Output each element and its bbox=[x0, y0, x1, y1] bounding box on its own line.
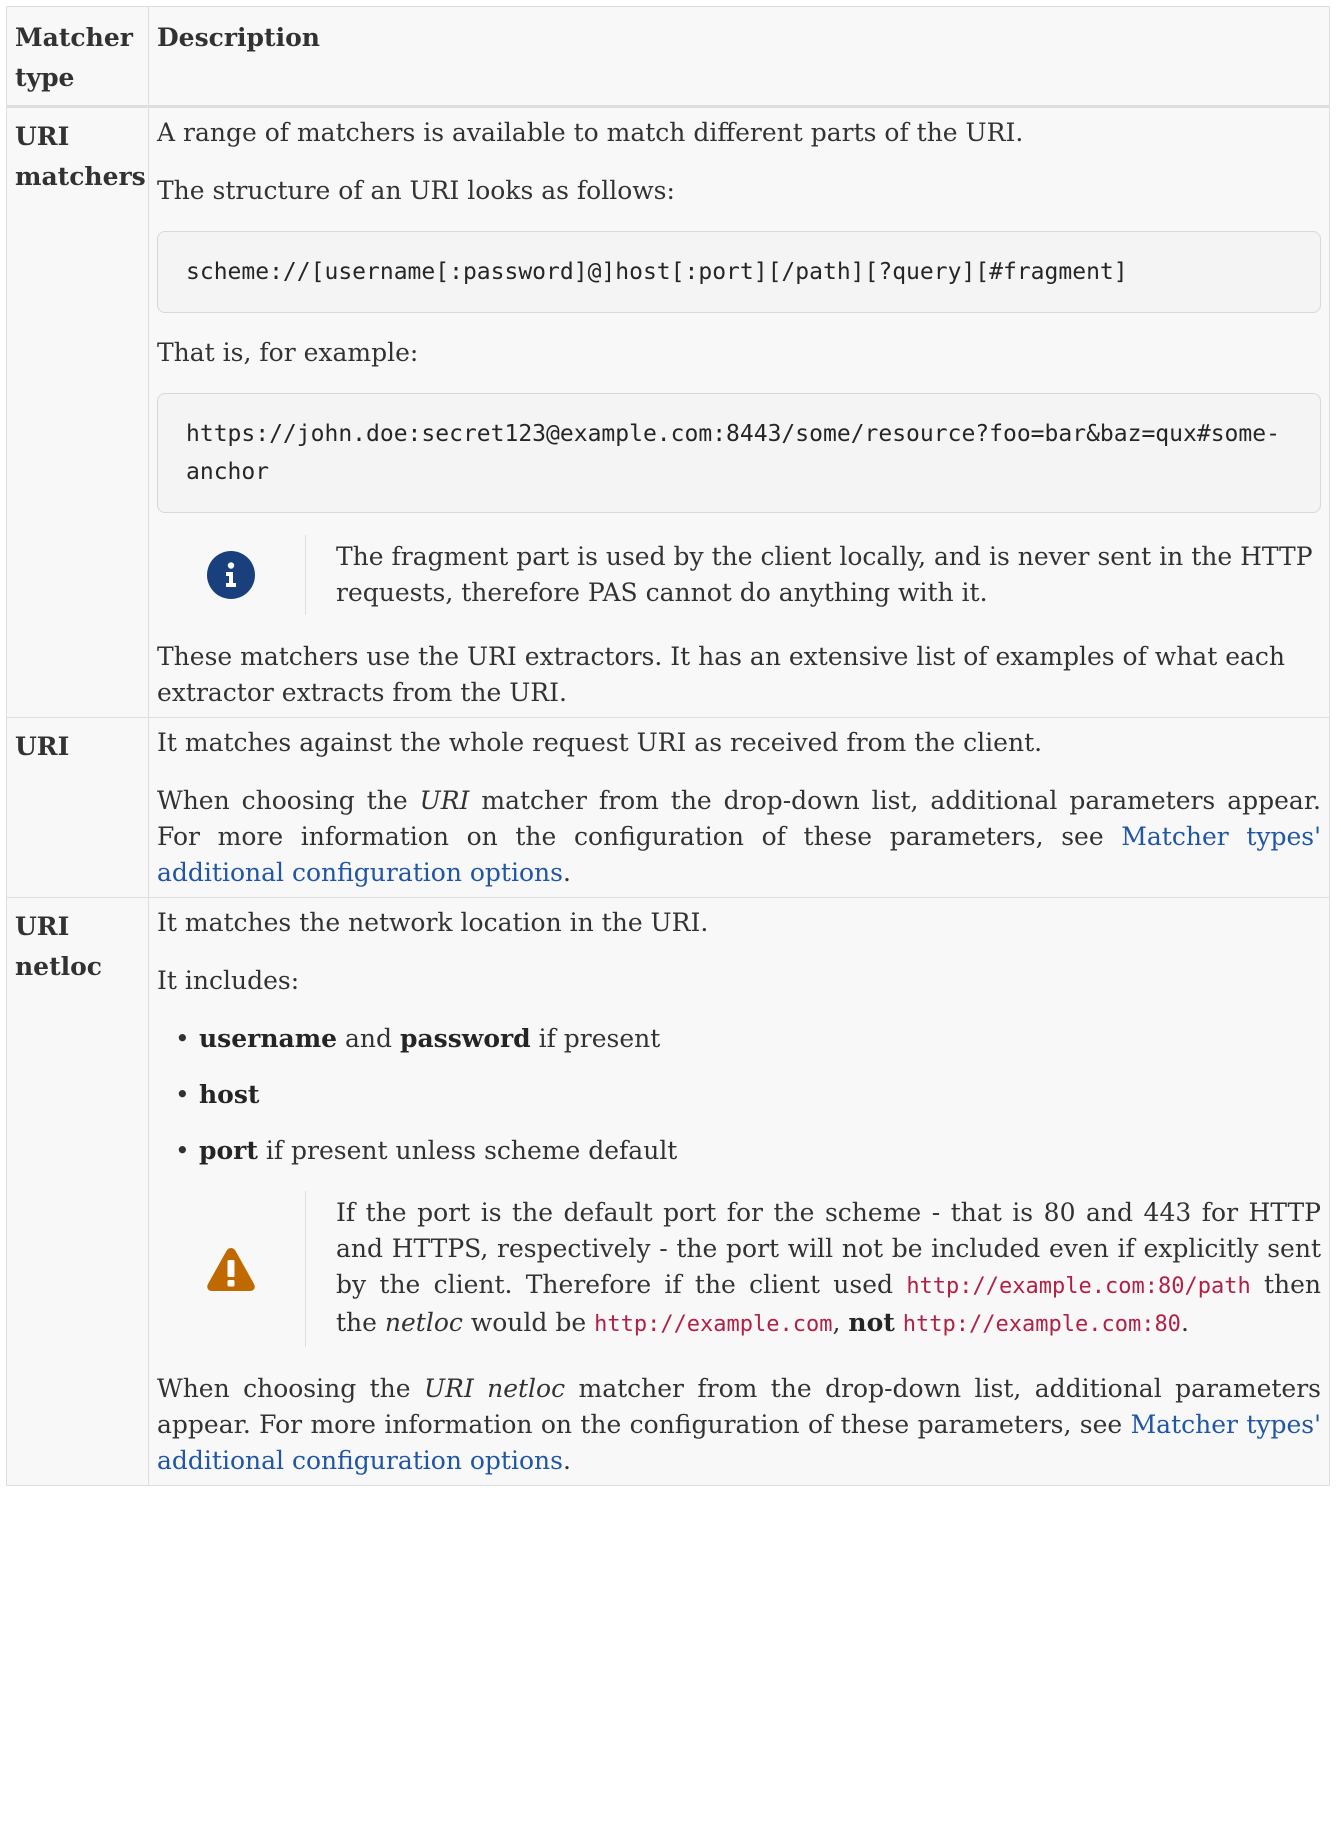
page: Matcher type Description URI matchers A … bbox=[0, 0, 1341, 1823]
paragraph: That is, for example: bbox=[157, 338, 419, 367]
table-row: URI netloc It matches the network locati… bbox=[6, 897, 1330, 1486]
list-item: host bbox=[175, 1077, 1321, 1113]
matcher-types-table: Matcher type Description URI matchers A … bbox=[6, 6, 1330, 1486]
paragraph: The structure of an URI looks as follows… bbox=[157, 176, 675, 205]
table-row: URI matchers A range of matchers is avai… bbox=[6, 106, 1330, 718]
uri-example-code-block: https://john.doe:secret123@example.com:8… bbox=[157, 393, 1321, 513]
note-text: The fragment part is used by the client … bbox=[305, 535, 1321, 615]
description-cell: It matches against the whole request URI… bbox=[148, 717, 1330, 898]
note-admonition: The fragment part is used by the client … bbox=[157, 535, 1321, 615]
paragraph: It matches against the whole request URI… bbox=[157, 728, 1043, 757]
paragraph: When choosing the URI matcher from the d… bbox=[157, 786, 1322, 887]
list-item: username and password if present bbox=[175, 1021, 1321, 1057]
matcher-type-cell: URI bbox=[6, 717, 149, 898]
paragraph: A range of matchers is available to matc… bbox=[157, 118, 1024, 147]
paragraph: When choosing the URI netloc matcher fro… bbox=[157, 1374, 1321, 1475]
table-row: URI It matches against the whole request… bbox=[6, 717, 1330, 898]
list-item: port if present unless scheme default bbox=[175, 1133, 1321, 1169]
netloc-components-list: username and password if present host po… bbox=[157, 1021, 1321, 1169]
paragraph: These matchers use the URI extractors. I… bbox=[157, 642, 1285, 707]
warning-admonition: If the port is the default port for the … bbox=[157, 1191, 1321, 1347]
header-description: Description bbox=[148, 6, 1330, 108]
matcher-type-cell: URI matchers bbox=[6, 106, 149, 718]
paragraph: It includes: bbox=[157, 966, 300, 995]
warning-text: If the port is the default port for the … bbox=[305, 1191, 1321, 1347]
inline-code: http://example.com bbox=[594, 1312, 833, 1337]
table-header-row: Matcher type Description bbox=[6, 6, 1330, 108]
description-cell: It matches the network location in the U… bbox=[148, 897, 1330, 1486]
paragraph: It matches the network location in the U… bbox=[157, 908, 709, 937]
matcher-name-emphasis: URI netloc bbox=[423, 1374, 566, 1403]
description-cell: A range of matchers is available to matc… bbox=[148, 106, 1330, 718]
uri-structure-code-block: scheme://[username[:password]@]host[:por… bbox=[157, 231, 1321, 313]
matcher-name-emphasis: URI bbox=[419, 786, 470, 815]
warning-icon bbox=[206, 1246, 256, 1292]
info-icon bbox=[207, 551, 255, 599]
inline-code: http://example.com:80/path bbox=[906, 1274, 1251, 1299]
header-matcher-type: Matcher type bbox=[6, 6, 149, 108]
matcher-type-cell: URI netloc bbox=[6, 897, 149, 1486]
inline-code: http://example.com:80 bbox=[902, 1312, 1181, 1337]
